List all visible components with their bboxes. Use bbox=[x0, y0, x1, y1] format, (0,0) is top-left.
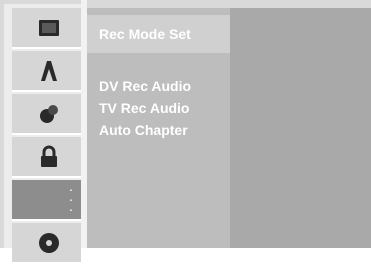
audio-icon bbox=[37, 102, 61, 126]
screen-icon bbox=[37, 16, 61, 40]
detail-panel bbox=[230, 8, 371, 248]
language-icon bbox=[37, 59, 61, 83]
more-icon: · · · bbox=[68, 181, 74, 217]
sidebar-item-lock[interactable] bbox=[12, 137, 81, 178]
sidebar-item-audio[interactable] bbox=[12, 94, 81, 135]
menu-item-rec-mode-set[interactable]: Rec Mode Set bbox=[87, 15, 230, 53]
sidebar-item-others[interactable]: · · · bbox=[12, 180, 81, 221]
menu-item-label: TV Rec Audio bbox=[99, 100, 190, 116]
sidebar-item-language[interactable] bbox=[12, 51, 81, 92]
menu-item-tv-rec-audio[interactable]: TV Rec Audio bbox=[87, 97, 230, 119]
sidebar-item-display[interactable] bbox=[12, 8, 81, 49]
setup-menu: Rec Mode Set DV Rec Audio TV Rec Audio A… bbox=[87, 8, 230, 248]
sidebar-item-disc[interactable] bbox=[12, 223, 81, 264]
setup-sidebar: · · · bbox=[4, 4, 81, 264]
setup-screen: · · · Rec Mode Set DV Rec Audio TV Rec Aud… bbox=[0, 0, 371, 264]
menu-item-label: Rec Mode Set bbox=[99, 26, 191, 42]
disc-icon bbox=[37, 231, 61, 255]
menu-item-auto-chapter[interactable]: Auto Chapter bbox=[87, 119, 230, 141]
menu-item-dv-rec-audio[interactable]: DV Rec Audio bbox=[87, 75, 230, 97]
menu-item-label: Auto Chapter bbox=[99, 122, 188, 138]
lock-icon bbox=[37, 145, 61, 169]
menu-item-label: DV Rec Audio bbox=[99, 78, 192, 94]
